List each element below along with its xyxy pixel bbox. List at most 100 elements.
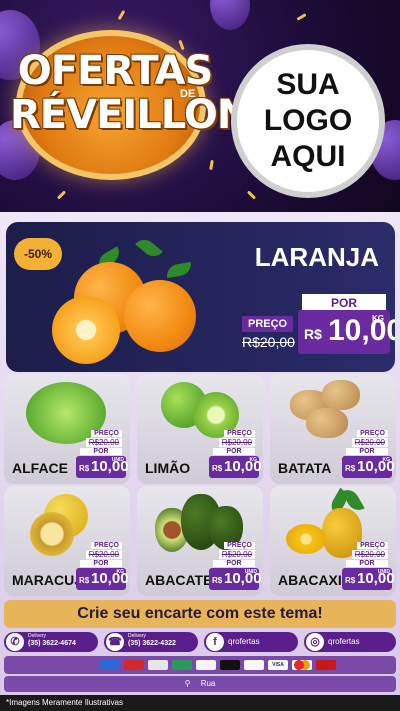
address-text: Rua	[200, 679, 216, 688]
contact-facebook[interactable]: f qrofertas	[204, 632, 298, 652]
preco-label: PREÇO	[224, 542, 255, 549]
price-value: 10,00	[328, 314, 395, 347]
preco-label: PREÇO	[357, 542, 388, 549]
discount-badge: -50%	[14, 238, 62, 270]
product-name: BATATA	[278, 460, 332, 476]
address-bar: ⚲ Rua	[4, 676, 396, 692]
payment-methods: VISA	[4, 656, 396, 674]
payment-card-icon	[244, 660, 264, 670]
leaf-decoration	[165, 261, 193, 279]
payment-card-icon	[124, 660, 144, 670]
product-name: ABACAXI	[278, 572, 342, 588]
price-tag: R$ 10,00 UNID	[76, 456, 129, 478]
preco-label: PREÇO	[91, 542, 122, 549]
por-label: POR	[80, 560, 122, 567]
currency: R$	[79, 464, 90, 473]
old-price: R$20,00	[85, 438, 122, 447]
title-line-2: RÉVEILLON	[10, 92, 250, 138]
currency: R$	[304, 326, 322, 342]
contact-value: qrofertas	[228, 637, 260, 646]
location-pin-icon: ⚲	[184, 679, 191, 688]
old-price: R$20,00	[85, 550, 122, 559]
currency: R$	[212, 464, 223, 473]
phone-icon: ☎	[106, 633, 124, 651]
product-name: ABACATE	[145, 572, 213, 588]
logo-text-3: AQUI	[270, 140, 346, 173]
product-card: PREÇO R$20,00 POR LIMÃO R$ 10,00 KG	[137, 374, 263, 484]
price-unit: KG	[372, 314, 384, 323]
contact-phone[interactable]: ☎ Delivery (35) 3622-4322	[104, 632, 198, 652]
mastercard-icon	[292, 660, 312, 670]
product-card: PREÇO R$20,00 POR MARACUJÁ R$ 10,00 KG	[4, 486, 130, 596]
old-price: R$20,00	[351, 550, 388, 559]
price-tag: R$ 10,00 UNID	[209, 568, 262, 590]
currency: R$	[345, 576, 356, 585]
potato-image	[306, 408, 348, 438]
whatsapp-icon: ✆	[6, 633, 24, 651]
facebook-icon: f	[206, 633, 224, 651]
product-card: PREÇO R$20,00 POR ABACAXI R$ 10,00 UNID	[270, 486, 396, 596]
payment-card-icon	[172, 660, 192, 670]
currency: R$	[345, 464, 356, 473]
orange-half-image	[52, 296, 120, 364]
confetti-decoration	[117, 9, 126, 21]
price-unit: KG	[249, 457, 258, 463]
payment-card-icon	[196, 660, 216, 670]
por-label: POR	[213, 560, 255, 567]
por-label: POR	[346, 560, 388, 567]
passion-fruit-half-image	[30, 512, 74, 556]
contact-instagram[interactable]: ◎ qrofertas	[304, 632, 396, 652]
old-price: R$20,00	[242, 334, 295, 350]
por-label: POR	[80, 448, 122, 455]
balloon-decoration	[210, 0, 250, 30]
contact-label: Delivery	[28, 633, 47, 639]
confetti-decoration	[56, 190, 67, 200]
price-tag: R$ 10,00 KG	[342, 456, 395, 478]
featured-product: -50% LARANJA POR PREÇO R$20,00 R$ 10,00 …	[6, 222, 395, 372]
orange-image	[124, 280, 196, 352]
confetti-decoration	[246, 190, 257, 200]
currency: R$	[79, 576, 90, 585]
contact-value: (35) 3622-4674	[28, 640, 76, 647]
price-tag: R$ 10,00 KG	[76, 568, 129, 590]
price-unit: UNID	[244, 569, 257, 575]
preco-label: PREÇO	[242, 316, 294, 332]
confetti-decoration	[209, 159, 214, 171]
payment-card-icon	[148, 660, 168, 670]
pineapple-slice-image	[286, 524, 326, 554]
potato-image	[322, 380, 360, 410]
price-tag: R$ 10,00 KG	[298, 310, 395, 354]
product-card: PREÇO R$20,00 POR ABACATE R$ 10,00 UNID	[137, 486, 263, 596]
por-label: POR	[346, 448, 388, 455]
price-unit: KG	[116, 569, 125, 575]
featured-name: LARANJA	[254, 242, 379, 272]
product-card: PREÇO R$20,00 POR BATATA R$ 10,00 KG	[270, 374, 396, 484]
old-price: R$20,00	[218, 550, 255, 559]
old-price: R$20,00	[218, 438, 255, 447]
logo-text-2: LOGO	[263, 104, 353, 137]
product-name: ALFACE	[12, 460, 68, 476]
hipercard-icon	[316, 660, 336, 670]
product-name: LIMÃO	[145, 460, 191, 476]
contact-value: (35) 3622-4322	[128, 640, 176, 647]
header-banner: OFERTAS DE RÉVEILLON SUA LOGO AQUI	[0, 0, 400, 212]
main-content: -50% LARANJA POR PREÇO R$20,00 R$ 10,00 …	[0, 212, 400, 711]
contact-label: Delivery	[128, 633, 147, 639]
cta-banner[interactable]: Crie seu encarte com este tema!	[4, 600, 396, 628]
disclaimer: *Imagens Meramente Ilustrativas	[0, 695, 400, 711]
leaf-decoration	[135, 235, 163, 261]
contact-whatsapp[interactable]: ✆ Delivery (35) 3622-4674	[4, 632, 98, 652]
payment-card-icon	[100, 660, 120, 670]
payment-card-icon	[220, 660, 240, 670]
old-price: R$20,00	[351, 438, 388, 447]
confetti-decoration	[296, 13, 307, 21]
price-unit: UNID	[111, 457, 124, 463]
logo-placeholder: SUA LOGO AQUI	[231, 44, 385, 198]
product-card: PREÇO R$20,00 POR ALFACE R$ 10,00 UNID	[4, 374, 130, 484]
preco-label: PREÇO	[224, 430, 255, 437]
preco-label: PREÇO	[357, 430, 388, 437]
logo-text-1: SUA	[276, 68, 340, 101]
por-label: POR	[213, 448, 255, 455]
currency: R$	[212, 576, 223, 585]
price-tag: R$ 10,00 KG	[209, 456, 262, 478]
